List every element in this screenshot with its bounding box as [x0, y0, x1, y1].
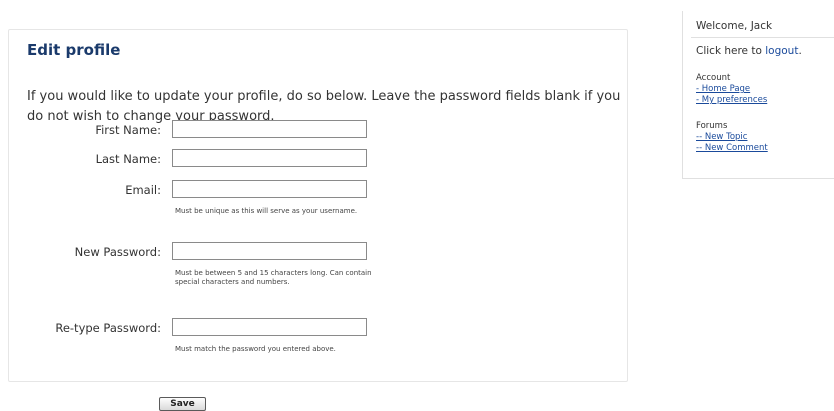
user-sidebar: Welcome, Jack Click here to logout. Acco…: [682, 11, 834, 179]
last-name-input[interactable]: [172, 149, 367, 167]
new-comment-link[interactable]: -- New Comment: [696, 143, 768, 153]
logout-prefix: Click here to: [696, 45, 766, 57]
new-password-input[interactable]: [172, 242, 367, 260]
email-label: Email:: [125, 183, 161, 197]
logout-suffix: .: [798, 45, 802, 57]
retype-password-label: Re-type Password:: [55, 321, 161, 335]
new-password-label: New Password:: [74, 245, 161, 259]
email-input[interactable]: [172, 180, 367, 198]
edit-profile-fieldset: Edit profile If you would like to update…: [8, 29, 628, 382]
logout-link[interactable]: logout: [765, 45, 798, 57]
retype-password-input[interactable]: [172, 318, 367, 336]
my-preferences-link[interactable]: - My preferences: [696, 95, 767, 105]
retype-password-hint: Must match the password you entered abov…: [175, 345, 336, 353]
logout-line: Click here to logout.: [696, 45, 802, 57]
email-hint: Must be unique as this will serve as you…: [175, 207, 358, 215]
home-page-link[interactable]: - Home Page: [696, 84, 750, 94]
new-topic-link[interactable]: -- New Topic: [696, 132, 747, 142]
forums-section-title: Forums: [696, 121, 728, 131]
form-title: Edit profile: [23, 41, 125, 59]
first-name-label: First Name:: [95, 123, 161, 137]
last-name-label: Last Name:: [95, 152, 161, 166]
sidebar-divider: [691, 37, 834, 38]
new-password-hint: Must be between 5 and 15 characters long…: [175, 269, 372, 286]
account-section-title: Account: [696, 73, 731, 83]
first-name-input[interactable]: [172, 120, 367, 138]
welcome-message: Welcome, Jack: [696, 20, 773, 32]
